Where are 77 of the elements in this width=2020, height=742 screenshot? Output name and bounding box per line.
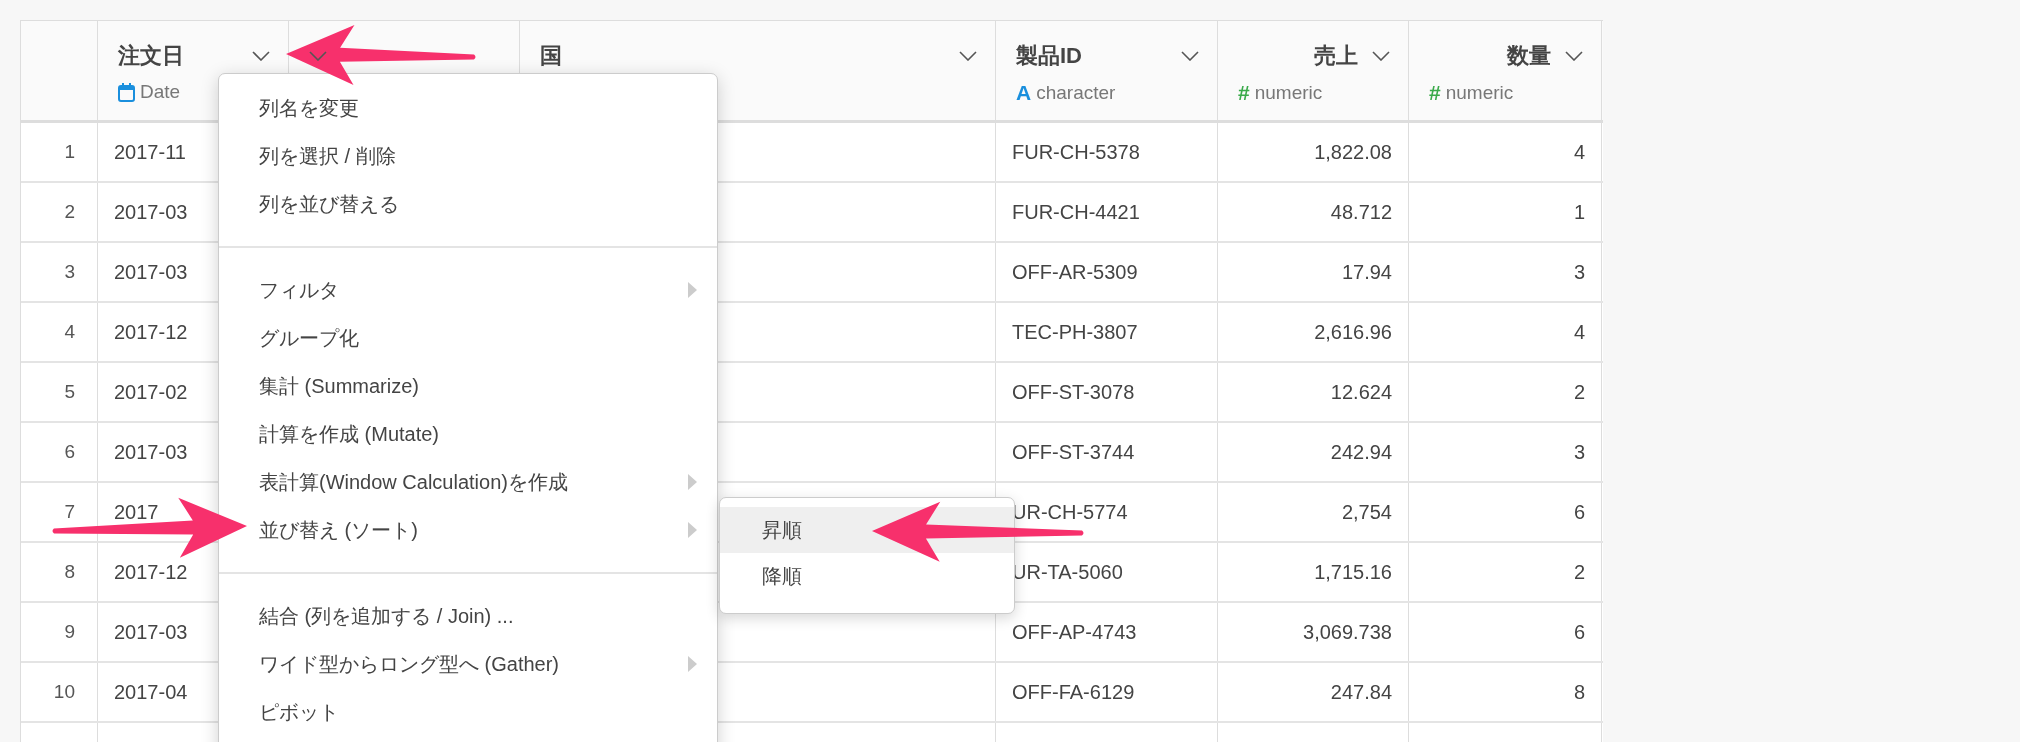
table-cell: 4 [1573,320,1585,344]
menu-item[interactable]: 集計 (Summarize) [259,372,697,400]
menu-item[interactable]: グループ化 [259,324,697,352]
row-number: 1 [64,141,75,163]
table-cell: 2,616.96 [1314,320,1392,344]
table-cell: 2017-11 [114,140,186,164]
table-cell: OFF-AP-4743 [1012,620,1137,644]
menu-item[interactable]: ワイド型からロング型へ (Gather) [259,650,697,678]
table-cell: OFF-ST-3744 [1012,440,1135,464]
table-cell: 3,069.738 [1303,620,1392,644]
table-cell: 12.624 [1330,380,1392,404]
column-name: 数量 [1507,42,1551,70]
table-cell: 2017-04 [114,680,188,704]
table-cell: OFF-ST-3078 [1012,380,1135,404]
table-cell: 2 [1573,380,1585,404]
column-name: 製品ID [1016,42,1082,70]
table-cell: 1,822.08 [1314,140,1392,164]
column-header[interactable]: 製品ID A character [996,21,1218,120]
table-cell: 2017-03 [114,620,188,644]
type-mark-icon: A [1016,81,1032,105]
table-cell: 2017-03 [114,200,188,224]
menu-item[interactable]: 結合 (列を追加する / Join) ... [259,602,697,630]
table-cell: 2 [1573,560,1585,584]
menu-item[interactable]: 計算を作成 (Mutate) [259,420,697,448]
column-header[interactable]: 売上 # numeric [1218,21,1409,120]
menu-item[interactable]: 列を並び替える [259,190,697,218]
row-number: 6 [64,441,75,463]
type-mark-icon: # [1429,81,1441,105]
table-cell: UR-TA-5060 [1012,560,1123,584]
column-type: numeric [1254,82,1323,104]
menu-item[interactable]: 表計算(Window Calculation)を作成 [259,468,697,496]
table-cell: 2017 [114,500,159,524]
column-name: 売上 [1314,42,1358,70]
table-cell: 3 [1573,440,1585,464]
column-type: character [1036,82,1116,104]
row-number: 9 [64,621,75,643]
menu-item[interactable]: ピボット [259,698,697,726]
table-cell: 247.84 [1330,680,1392,704]
row-number: 5 [64,381,75,403]
table-cell: FUR-CH-5378 [1012,140,1140,164]
column-type: Date [140,81,181,103]
row-number: 10 [53,681,75,703]
row-number: 3 [64,261,75,283]
table-cell: 2017-12 [114,320,188,344]
type-mark-icon: # [1238,81,1250,105]
menu-item[interactable]: フィルタ [259,276,697,304]
table-cell: UR-CH-5774 [1012,500,1128,524]
row-number: 4 [64,321,75,343]
column-name: 国 [540,42,562,70]
table-cell: 3 [1573,260,1585,284]
table-cell: 2017-12 [114,560,188,584]
table-cell: 2017-03 [114,440,188,464]
table-cell: 17.94 [1341,260,1392,284]
table-cell: 48.712 [1330,200,1392,224]
table-cell: 1 [1573,200,1585,224]
table-cell: 2017-03 [114,260,188,284]
row-number: 2 [64,201,75,223]
table-cell: 2017-02 [114,380,188,404]
table-cell: 6 [1573,500,1585,524]
column-name: 注文日 [118,42,184,70]
menu-item[interactable]: 並び替え (ソート) [259,516,697,544]
table-cell: 242.94 [1330,440,1392,464]
menu-item[interactable]: 列を選択 / 削除 [259,142,697,170]
table-cell: OFF-FA-6129 [1012,680,1135,704]
row-number: 7 [64,501,75,523]
table-cell: TEC-PH-3807 [1012,320,1138,344]
column-type: numeric [1445,82,1514,104]
table-cell: 6 [1573,620,1585,644]
table-cell: 2,754 [1341,500,1392,524]
menu-item[interactable]: 降順 [720,553,1014,599]
column-header[interactable]: 数量 # numeric [1409,21,1602,120]
row-number: 8 [64,561,75,583]
table-cell: 1,715.16 [1314,560,1392,584]
table-cell: 8 [1573,680,1585,704]
table-cell: OFF-AR-5309 [1012,260,1138,284]
table-cell: FUR-CH-4421 [1012,200,1140,224]
table-cell: 4 [1573,140,1585,164]
